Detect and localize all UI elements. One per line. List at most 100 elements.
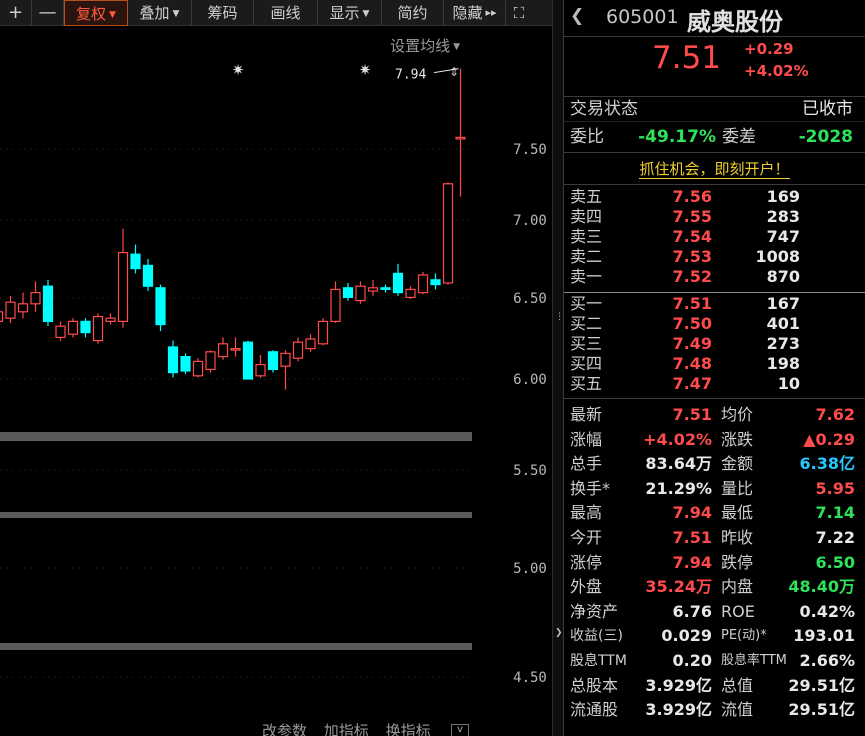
candle-body — [292, 341, 304, 359]
candle-body — [405, 288, 416, 298]
candle-body — [92, 316, 104, 342]
zoom-in-button[interactable]: + — [0, 0, 32, 26]
stat-label: 收益(三) — [570, 628, 623, 645]
candle-body — [55, 325, 66, 339]
ask-level[interactable]: 卖五 7.56 169 — [564, 187, 865, 207]
collapse-icon[interactable]: v — [451, 724, 469, 736]
ask-level[interactable]: 卖三 7.54 747 — [564, 227, 865, 247]
stat-value: 21.29% — [645, 478, 712, 498]
level-price: 7.51 — [672, 294, 712, 313]
open-account-link[interactable]: 抓住机会，即刻开户！ — [564, 156, 865, 183]
level-label: 买四 — [570, 354, 603, 373]
level-price: 7.52 — [672, 267, 712, 286]
display-dropdown[interactable]: 显示 ▼ — [318, 0, 382, 26]
stat-value: 48.40万 — [788, 577, 855, 597]
panel-separator — [0, 643, 472, 650]
bid-level[interactable]: 买一 7.51 167 — [564, 294, 865, 314]
ask-level[interactable]: 卖一 7.52 870 — [564, 267, 865, 287]
stat-value: 29.51亿 — [788, 700, 855, 720]
trade-status-value: 已收市 — [802, 99, 853, 119]
level-volume: 167 — [766, 294, 800, 313]
chevron-left-icon[interactable]: ❮ — [570, 6, 584, 26]
draw-line-button[interactable]: 画线 — [254, 0, 318, 26]
level-label: 买三 — [570, 334, 603, 353]
stat-value: 7.51 — [672, 405, 712, 424]
ask-level[interactable]: 卖二 7.53 1008 — [564, 247, 865, 267]
promo-text: 抓住机会，即刻开户！ — [639, 160, 790, 179]
chevron-down-icon: ▼ — [109, 10, 116, 20]
stat-label: 总手 — [570, 454, 603, 474]
candle-body — [155, 287, 166, 326]
price-axis: 7.50 7.00 6.50 6.00 5.50 5.00 4.50 — [513, 142, 547, 686]
display-label: 显示 — [329, 4, 360, 22]
expand-arrow-icon[interactable]: ❯ — [555, 628, 563, 638]
high-price-label: 7.94 — [395, 68, 426, 83]
overlay-label: 叠加 — [139, 4, 170, 22]
stat-value: 3.929亿 — [645, 700, 712, 720]
stock-code: 605001 — [606, 6, 679, 28]
stat-value: 3.929亿 — [645, 675, 712, 695]
stat-value: 2.66% — [799, 651, 855, 670]
adjust-rights-label: 复权 — [76, 5, 107, 23]
level-volume: 1008 — [755, 247, 800, 266]
candle-body — [230, 348, 241, 351]
indicator-toolbar: 改参数 加指标 换指标 — [262, 720, 443, 736]
event-marker-icon: ✷ — [232, 61, 245, 79]
event-markers: ✷ ✷ ⇕ 7.94 — [232, 61, 459, 83]
candle-body — [242, 341, 254, 380]
stat-value: +4.02% — [643, 429, 712, 449]
candle-body — [430, 279, 441, 286]
stat-label: 涨跌 — [721, 429, 754, 449]
ask-level[interactable]: 卖四 7.55 283 — [564, 207, 865, 227]
level-label: 卖四 — [570, 207, 603, 226]
kline-chart[interactable]: 7.50 7.00 6.50 6.00 5.50 5.00 4.50 ✷ ✷ ⇕ 7.94 — [0, 26, 552, 720]
stat-label: PE(动)* — [721, 628, 767, 644]
candle-body — [105, 317, 116, 323]
level-label: 卖五 — [570, 187, 603, 206]
edit-params-button[interactable]: 改参数 — [262, 722, 307, 736]
stat-value: 0.42% — [799, 601, 855, 621]
chips-button[interactable]: 筹码 — [192, 0, 254, 26]
candle-body — [67, 320, 79, 335]
level-volume: 870 — [766, 267, 800, 286]
simple-mode-button[interactable]: 简约 — [382, 0, 444, 26]
stat-value: 0.20 — [672, 651, 712, 670]
bid-level[interactable]: 买五 7.47 10 — [564, 374, 865, 394]
candle-body — [42, 285, 54, 323]
level-price: 7.50 — [672, 314, 712, 333]
stat-label: 总值 — [721, 675, 754, 695]
level-label: 买一 — [570, 294, 603, 313]
bid-level[interactable]: 买三 7.49 273 — [564, 334, 865, 354]
add-indicator-button[interactable]: 加指标 — [324, 722, 369, 736]
candle-body — [255, 364, 266, 377]
candle-body — [317, 320, 329, 345]
level-volume: 401 — [766, 314, 800, 333]
event-marker-icon: ✷ — [359, 61, 372, 79]
stat-label: 总股本 — [570, 675, 619, 695]
stat-value: 29.51亿 — [788, 675, 855, 695]
fullscreen-icon[interactable]: ⛶ — [506, 0, 532, 26]
level-label: 买二 — [570, 314, 603, 333]
stat-label: 涨停 — [570, 552, 603, 572]
stat-value: 0.029 — [661, 626, 712, 646]
overlay-dropdown[interactable]: 叠加 ▼ — [128, 0, 192, 26]
stat-value: 193.01 — [793, 626, 855, 646]
candle-body — [130, 253, 141, 270]
stat-value: 7.51 — [672, 528, 712, 547]
level-price: 7.47 — [672, 374, 712, 393]
candle-body — [305, 338, 316, 350]
level-volume: 747 — [766, 227, 800, 246]
candle-body — [205, 351, 216, 370]
adjust-rights-dropdown[interactable]: 复权 ▼ — [64, 0, 128, 26]
chart-grid — [0, 148, 470, 678]
stat-label: 涨幅 — [570, 429, 603, 449]
panel-splitter[interactable]: ⋮ ❯ — [552, 0, 564, 736]
bid-level[interactable]: 买四 7.48 198 — [564, 354, 865, 374]
last-price: 7.51 — [652, 40, 722, 76]
candle-body — [330, 288, 341, 322]
hide-button[interactable]: 隐藏 ▸▸ — [444, 0, 506, 26]
switch-indicator-button[interactable]: 换指标 — [386, 722, 431, 736]
bid-level[interactable]: 买二 7.50 401 — [564, 314, 865, 334]
zoom-out-button[interactable]: — — [32, 0, 64, 26]
stat-value: 6.38亿 — [799, 454, 855, 474]
